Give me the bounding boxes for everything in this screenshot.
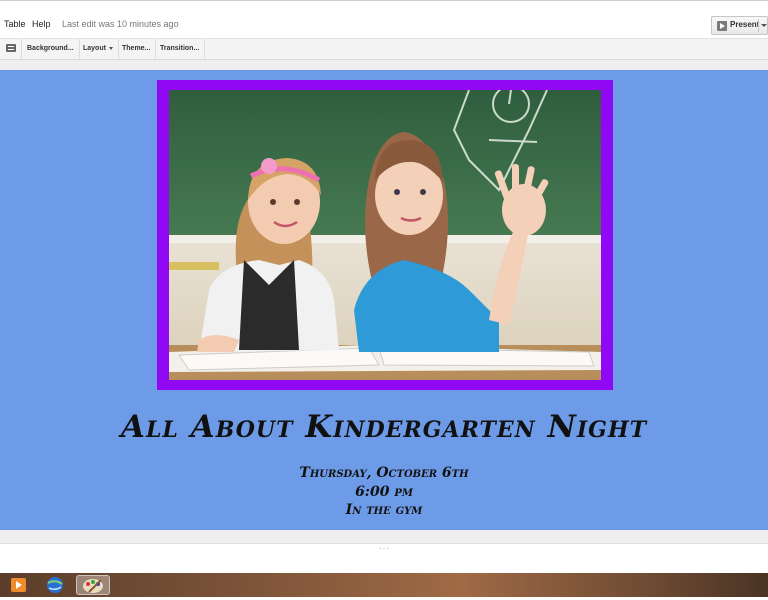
menu-bar: Table Help Last edit was 10 minutes ago [0,14,768,38]
last-edit-status[interactable]: Last edit was 10 minutes ago [62,19,179,29]
slide-toolbar: Background... Layout Theme... Transition… [0,38,768,60]
background-label: Background... [27,45,74,52]
media-player-icon [11,578,26,592]
present-divider [758,19,759,32]
background-button[interactable]: Background... [22,39,80,59]
layout-label: Layout [83,45,106,52]
os-taskbar [0,573,768,597]
comment-icon [6,44,16,52]
menu-table[interactable]: Table [4,19,26,29]
comment-button[interactable] [0,39,22,59]
transition-label: Transition... [160,45,200,52]
media-player-task-button[interactable] [6,575,32,595]
event-location[interactable]: In the gym [0,502,768,518]
theme-label: Theme... [122,45,151,52]
event-date[interactable]: Thursday, October 6th [0,465,768,481]
resize-handle[interactable]: ··· [379,544,390,553]
slide[interactable]: All About Kindergarten Night Thursday, O… [0,70,768,530]
menu-help[interactable]: Help [32,19,51,29]
event-time[interactable]: 6:00 pm [0,484,768,500]
photo-frame[interactable] [157,80,613,390]
play-icon [717,21,727,31]
chevron-down-icon[interactable] [761,24,767,27]
present-button[interactable]: Present [711,16,768,35]
google-earth-icon [47,577,63,593]
layout-button[interactable]: Layout [78,39,119,59]
speaker-notes-area[interactable]: ··· [0,543,768,574]
chevron-down-icon [108,46,113,50]
classroom-photo-illustration [169,90,601,380]
paint-icon [83,579,103,593]
present-label: Present [730,20,760,29]
google-earth-task-button[interactable] [42,575,68,595]
paint-task-button[interactable] [76,575,110,595]
window-top-border [0,0,768,1]
theme-button[interactable]: Theme... [117,39,157,59]
transition-button[interactable]: Transition... [155,39,206,59]
slide-title[interactable]: All About Kindergarten Night [0,409,768,445]
slide-photo[interactable] [169,90,601,380]
slide-canvas-area: All About Kindergarten Night Thursday, O… [0,60,768,543]
